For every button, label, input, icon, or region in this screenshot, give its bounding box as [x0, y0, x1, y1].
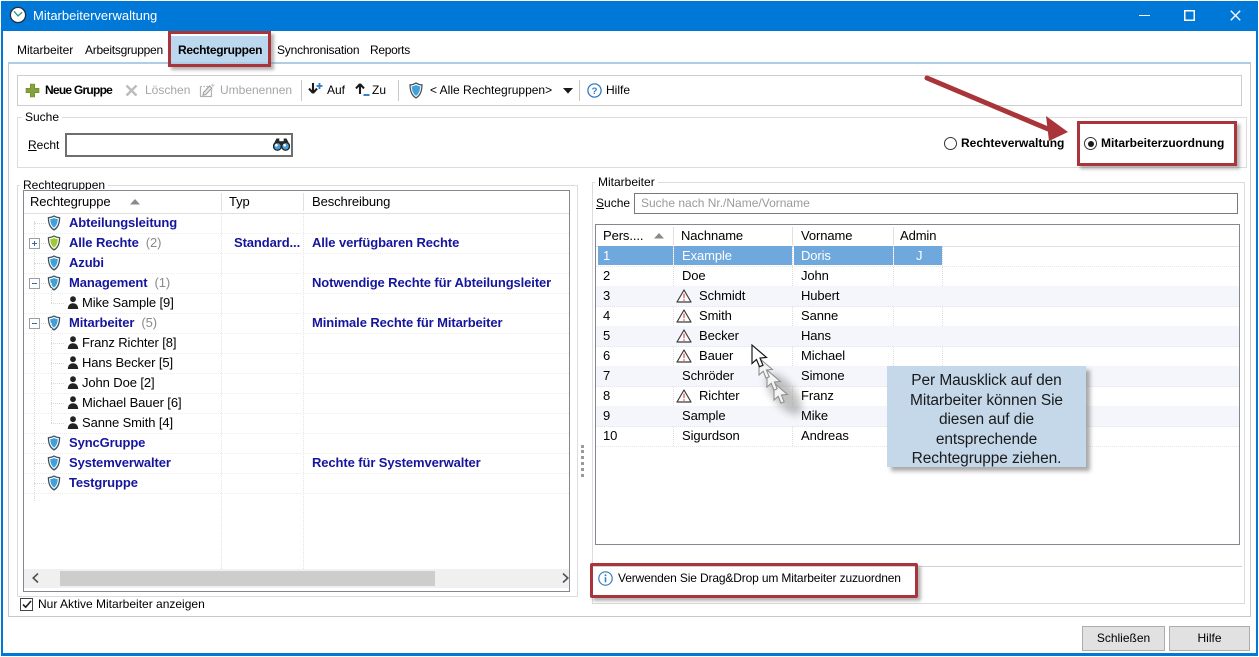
svg-text:?: ?	[592, 86, 598, 97]
